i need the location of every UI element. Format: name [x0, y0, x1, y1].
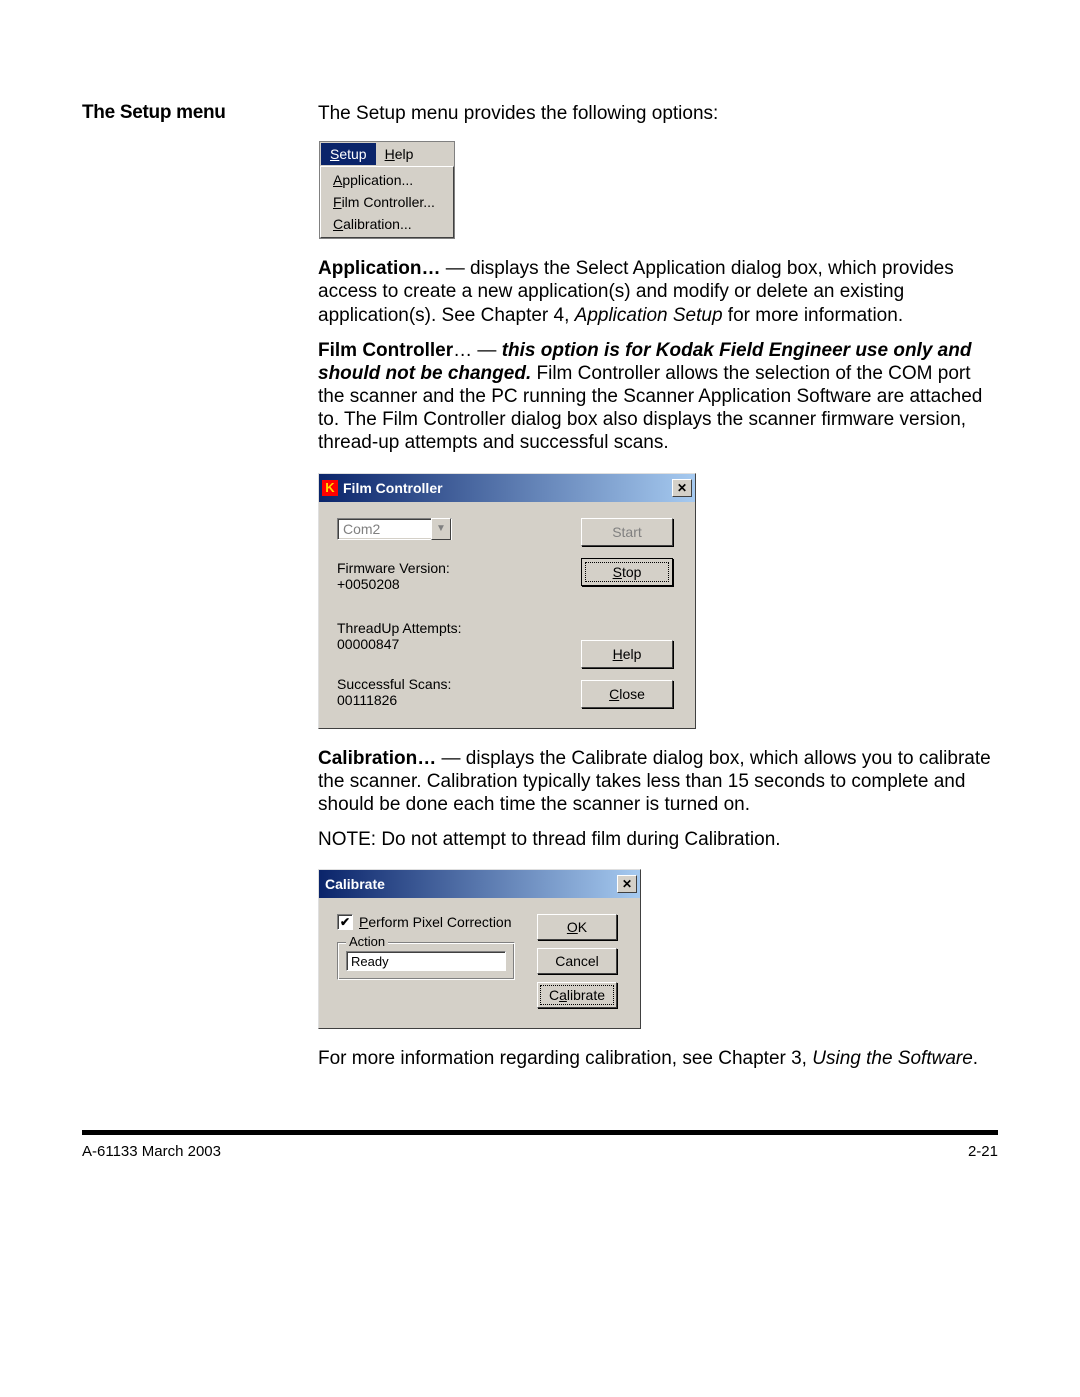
menu-item-film-controller[interactable]: Film Controller...: [323, 191, 451, 213]
menu-bar-setup[interactable]: Setup: [321, 143, 376, 165]
dialog-title: Calibrate: [322, 876, 617, 892]
chevron-down-icon[interactable]: ▼: [431, 518, 451, 540]
menu-item-application[interactable]: Application...: [323, 169, 451, 191]
dialog-titlebar: Calibrate ✕: [319, 870, 640, 898]
document-page: The Setup menu The Setup menu provides t…: [0, 0, 1080, 1397]
scans-label: Successful Scans:: [337, 676, 577, 692]
footer-pagenum: 2-21: [968, 1143, 998, 1160]
dialog-title: Film Controller: [343, 480, 672, 496]
threadup-label: ThreadUp Attempts:: [337, 620, 577, 636]
help-button[interactable]: Help: [581, 640, 673, 668]
film-controller-paragraph: Film Controller… — this option is for Ko…: [318, 339, 998, 455]
page-footer: A-61133 March 2003 2-21: [82, 1135, 998, 1160]
intro-paragraph: The Setup menu provides the following op…: [318, 102, 998, 125]
menu-popup: Application... Film Controller... Calibr…: [320, 166, 454, 238]
cancel-button[interactable]: Cancel: [537, 948, 617, 974]
pixel-correction-checkbox[interactable]: ✔: [337, 914, 353, 930]
kodak-icon: K: [322, 480, 338, 496]
start-button[interactable]: Start: [581, 518, 673, 546]
firmware-label: Firmware Version:: [337, 560, 577, 576]
dialog-titlebar: K Film Controller ✕: [319, 474, 695, 502]
close-icon[interactable]: ✕: [672, 479, 692, 497]
more-info-paragraph: For more information regarding calibrati…: [318, 1047, 998, 1070]
calibrate-dialog: Calibrate ✕ ✔ Perform Pixel Correction A…: [318, 869, 641, 1029]
calibration-note: NOTE: Do not attempt to thread film duri…: [318, 828, 998, 851]
threadup-value: 00000847: [337, 636, 577, 652]
com-port-combo[interactable]: Com2 ▼: [337, 518, 452, 540]
pixel-correction-label: Perform Pixel Correction: [359, 914, 512, 930]
action-legend: Action: [346, 934, 388, 949]
com-port-value: Com2: [343, 521, 380, 537]
setup-menu-screenshot: Setup Help Application... Film Controlle…: [319, 141, 455, 239]
film-controller-dialog: K Film Controller ✕ Com2 ▼ Firmware Vers…: [318, 473, 696, 729]
action-fieldset: Action Ready: [337, 942, 515, 980]
scans-value: 00111826: [337, 692, 577, 708]
calibrate-button[interactable]: Calibrate: [537, 982, 617, 1008]
action-input[interactable]: Ready: [346, 951, 506, 971]
ok-button[interactable]: OK: [537, 914, 617, 940]
close-button[interactable]: Close: [581, 680, 673, 708]
footer-docid: A-61133 March 2003: [82, 1143, 221, 1160]
application-paragraph: Application… — displays the Select Appli…: [318, 257, 998, 327]
menu-item-calibration[interactable]: Calibration...: [323, 213, 451, 235]
menu-bar-help[interactable]: Help: [376, 143, 423, 165]
section-heading: The Setup menu: [82, 102, 318, 124]
firmware-value: +0050208: [337, 576, 577, 592]
close-icon[interactable]: ✕: [617, 875, 637, 893]
calibration-paragraph: Calibration… — displays the Calibrate di…: [318, 747, 998, 817]
stop-button[interactable]: Stop: [581, 558, 673, 586]
